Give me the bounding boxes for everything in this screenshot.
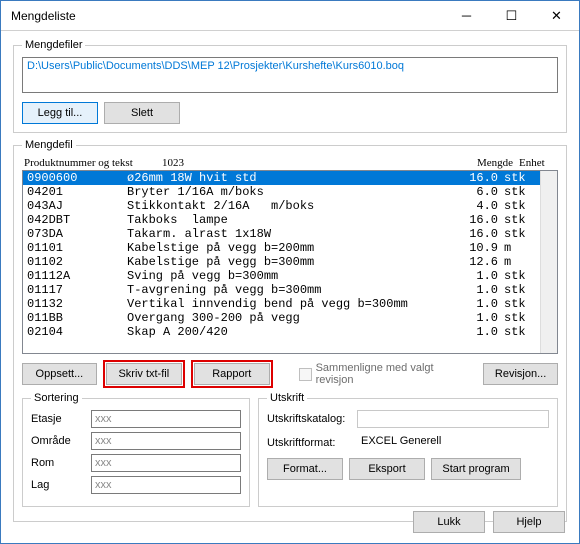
- table-row[interactable]: 01132Vertikal innvendig bend på vegg b=3…: [23, 297, 540, 311]
- minimize-icon[interactable]: ─: [444, 1, 489, 30]
- table-row[interactable]: 04201Bryter 1/16A m/boks6.0stk: [23, 185, 540, 199]
- revisjon-button[interactable]: Revisjon...: [483, 363, 558, 385]
- list-group: Mengdefil Produktnummer og tekst 1023 Me…: [13, 139, 567, 522]
- add-file-button[interactable]: Legg til...: [22, 102, 98, 124]
- table-row[interactable]: 042DBTTakboks lampe16.0stk: [23, 213, 540, 227]
- list-header: Produktnummer og tekst 1023 Mengde Enhet: [22, 157, 558, 170]
- list-container: 0900600ø26mm 18W hvit std16.0stk04201Bry…: [22, 170, 558, 354]
- table-row[interactable]: 02104Skap A 200/4201.0stk: [23, 325, 540, 339]
- list-legend: Mengdefil: [22, 139, 76, 151]
- skriv-txt-button[interactable]: Skriv txt-fil: [106, 363, 182, 385]
- omrade-input[interactable]: [91, 432, 241, 450]
- rom-input[interactable]: [91, 454, 241, 472]
- lag-input[interactable]: [91, 476, 241, 494]
- files-legend: Mengdefiler: [22, 39, 85, 51]
- close-icon[interactable]: ✕: [534, 1, 579, 30]
- hjelp-button[interactable]: Hjelp: [493, 511, 565, 533]
- katalog-label: Utskriftskatalog:: [267, 413, 357, 425]
- delete-file-button[interactable]: Slett: [104, 102, 180, 124]
- table-row[interactable]: 043AJStikkontakt 2/16A m/boks4.0stk: [23, 199, 540, 213]
- header-unit: Enhet: [513, 157, 558, 169]
- file-path-input[interactable]: D:\Users\Public\Documents\DDS\MEP 12\Pro…: [22, 57, 558, 93]
- utskrift-group: Utskrift Utskriftskatalog: Utskriftforma…: [258, 392, 558, 507]
- titlebar: Mengdeliste ─ ☐ ✕: [1, 1, 579, 31]
- format-value: EXCEL Generell: [357, 434, 549, 452]
- table-row[interactable]: 01102Kabelstige på vegg b=300mm12.6m: [23, 255, 540, 269]
- files-group: Mengdefiler D:\Users\Public\Documents\DD…: [13, 39, 567, 133]
- format-button[interactable]: Format...: [267, 458, 343, 480]
- checkbox-box: [299, 368, 312, 381]
- omrade-label: Område: [31, 435, 91, 447]
- table-row[interactable]: 0900600ø26mm 18W hvit std16.0stk: [23, 171, 540, 185]
- oppsett-button[interactable]: Oppsett...: [22, 363, 97, 385]
- start-program-button[interactable]: Start program: [431, 458, 521, 480]
- table-row[interactable]: 01101Kabelstige på vegg b=200mm10.9m: [23, 241, 540, 255]
- utskrift-legend: Utskrift: [267, 392, 307, 404]
- window-title: Mengdeliste: [11, 9, 444, 23]
- katalog-value[interactable]: [357, 410, 549, 428]
- etasje-input[interactable]: [91, 410, 241, 428]
- table-row[interactable]: 01112ASving på vegg b=300mm1.0stk: [23, 269, 540, 283]
- header-qty: Mengde: [457, 157, 513, 169]
- compare-label: Sammenligne med valgt revisjon: [316, 362, 472, 386]
- rapport-button[interactable]: Rapport: [194, 363, 270, 385]
- header-product: Produktnummer og tekst: [22, 157, 162, 169]
- list-body[interactable]: 0900600ø26mm 18W hvit std16.0stk04201Bry…: [23, 171, 540, 353]
- lag-label: Lag: [31, 479, 91, 491]
- rom-label: Rom: [31, 457, 91, 469]
- sortering-legend: Sortering: [31, 392, 82, 404]
- table-row[interactable]: 01117T-avgrening på vegg b=300mm1.0stk: [23, 283, 540, 297]
- eksport-button[interactable]: Eksport: [349, 458, 425, 480]
- scrollbar[interactable]: [540, 171, 557, 353]
- table-row[interactable]: 073DATakarm. alrast 1x18W16.0stk: [23, 227, 540, 241]
- sortering-group: Sortering Etasje Område Rom Lag: [22, 392, 250, 507]
- compare-checkbox[interactable]: Sammenligne med valgt revisjon: [299, 362, 471, 386]
- table-row[interactable]: 011BBOvergang 300-200 på vegg1.0stk: [23, 311, 540, 325]
- format-label: Utskriftformat:: [267, 437, 357, 449]
- etasje-label: Etasje: [31, 413, 91, 425]
- maximize-icon[interactable]: ☐: [489, 1, 534, 30]
- lukk-button[interactable]: Lukk: [413, 511, 485, 533]
- header-mid: 1023: [162, 157, 457, 169]
